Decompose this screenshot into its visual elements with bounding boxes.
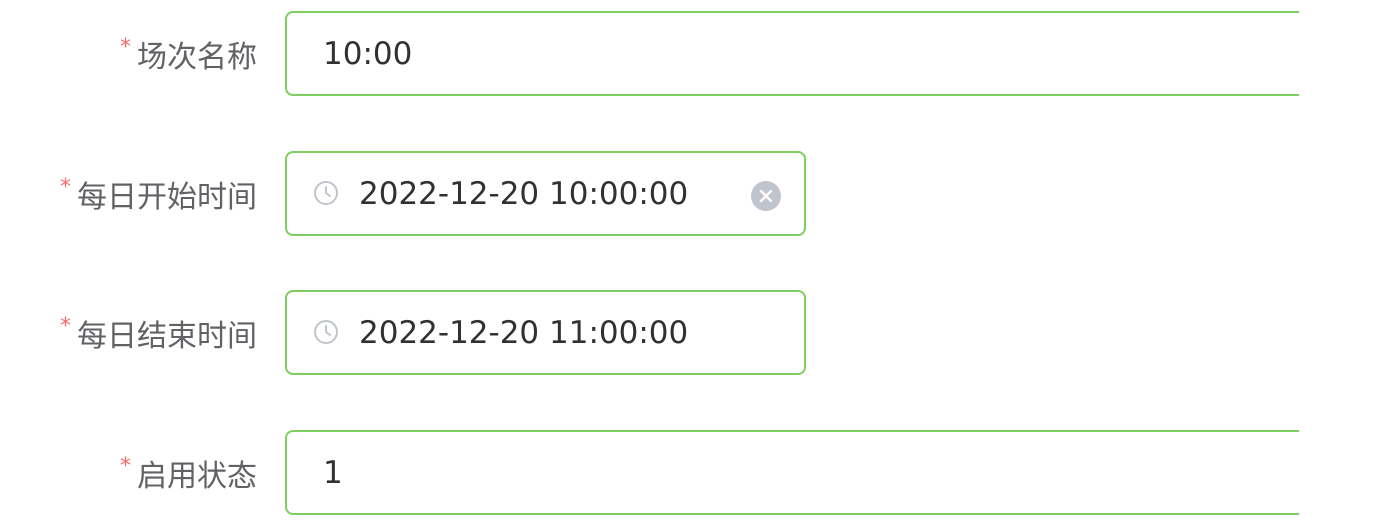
required-mark: * bbox=[60, 314, 71, 339]
end-time-value: 2022-12-20 11:00:00 bbox=[359, 314, 689, 351]
start-time-value: 2022-12-20 10:00:00 bbox=[359, 175, 689, 212]
form-label-end-time: * 每日结束时间 bbox=[60, 290, 257, 375]
form-label-text: 每日结束时间 bbox=[77, 318, 257, 354]
form-item-enabled-status: * 启用状态 1 bbox=[0, 430, 1377, 515]
clock-icon bbox=[314, 320, 338, 344]
session-name-input[interactable]: 10:00 bbox=[285, 11, 1299, 96]
session-form: * 场次名称 10:00 * 每日开始时间 2022-12-20 10:00:0… bbox=[0, 0, 1377, 520]
circle-close-icon[interactable] bbox=[751, 181, 781, 211]
form-item-session-name: * 场次名称 10:00 bbox=[0, 11, 1377, 96]
session-name-value: 10:00 bbox=[323, 35, 413, 72]
form-item-start-time: * 每日开始时间 2022-12-20 10:00:00 bbox=[0, 151, 1377, 236]
end-time-picker[interactable]: 2022-12-20 11:00:00 bbox=[285, 290, 806, 375]
form-item-end-time: * 每日结束时间 2022-12-20 11:00:00 bbox=[0, 290, 1377, 375]
clock-icon bbox=[314, 181, 338, 205]
required-mark: * bbox=[60, 175, 71, 200]
enabled-status-value: 1 bbox=[323, 454, 343, 491]
enabled-status-input[interactable]: 1 bbox=[285, 430, 1299, 515]
start-time-picker[interactable]: 2022-12-20 10:00:00 bbox=[285, 151, 806, 236]
form-label-text: 每日开始时间 bbox=[77, 179, 257, 215]
form-label-start-time: * 每日开始时间 bbox=[60, 151, 257, 236]
